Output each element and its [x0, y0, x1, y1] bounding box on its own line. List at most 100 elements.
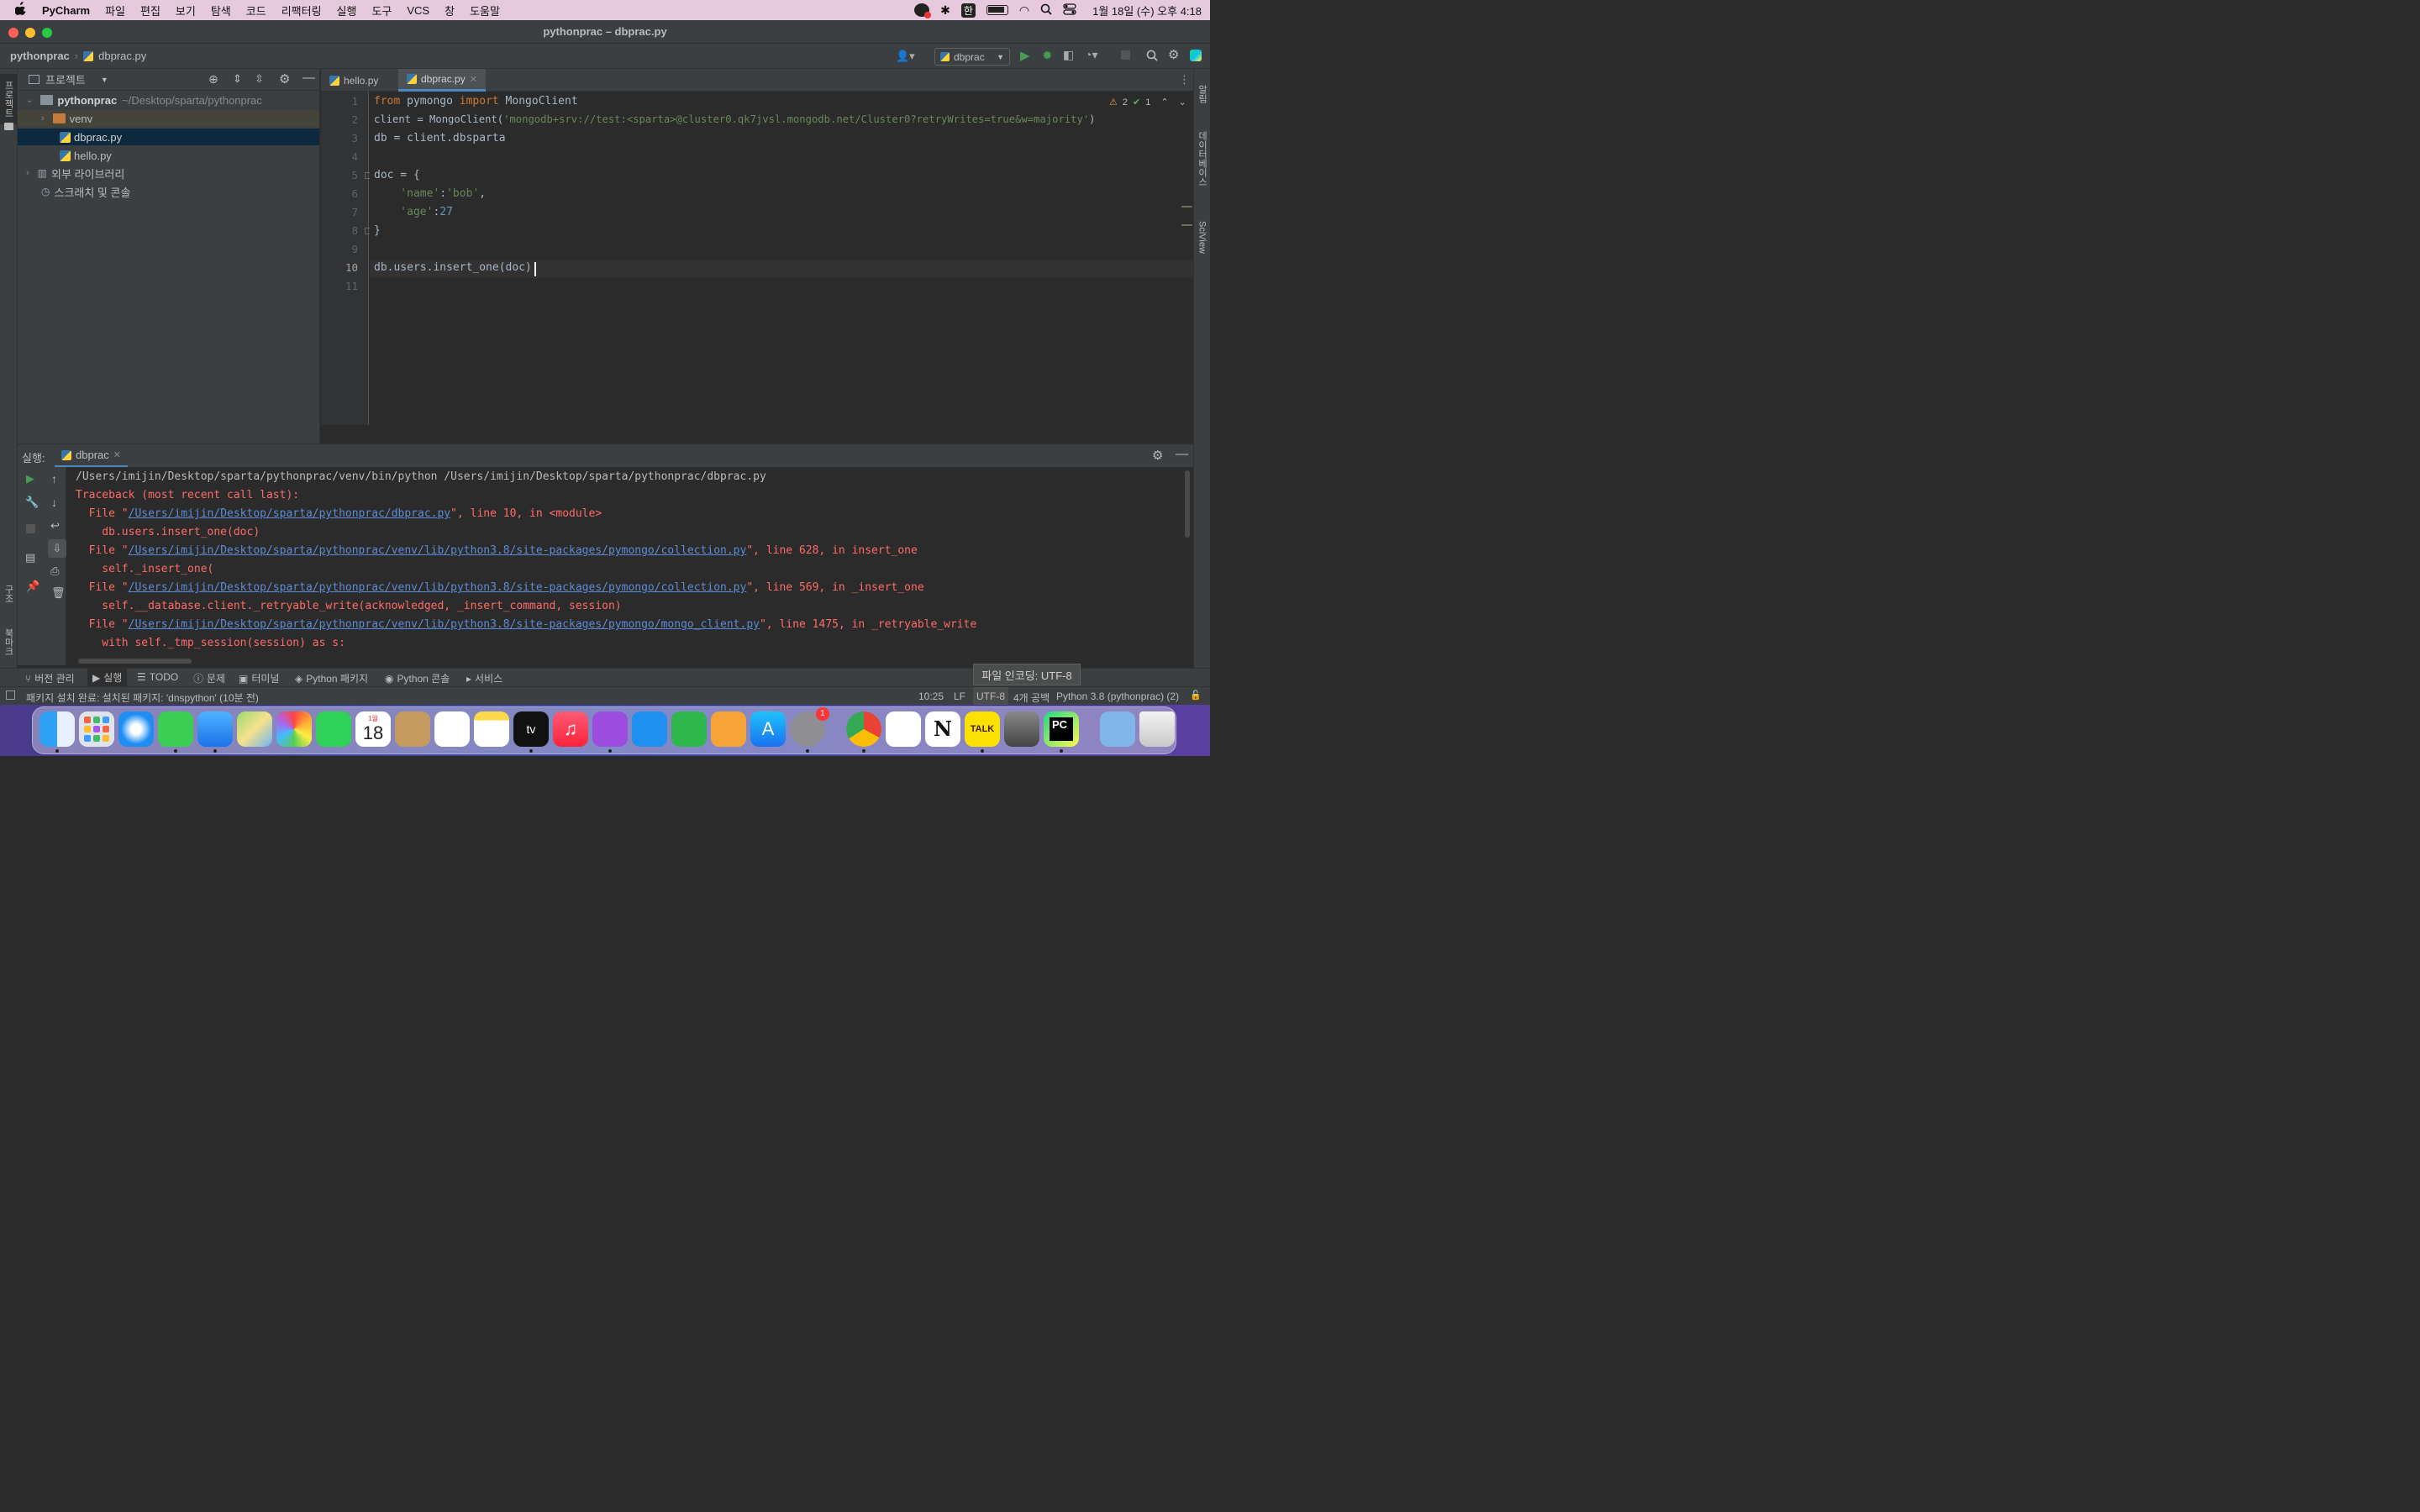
spotlight-search-icon[interactable] — [1040, 3, 1052, 18]
app-menu[interactable]: PyCharm — [34, 4, 97, 17]
menu-edit[interactable]: 편집 — [133, 3, 168, 18]
podcasts-icon[interactable] — [592, 711, 628, 747]
trash-icon[interactable] — [1139, 711, 1175, 747]
sciview-tool-button[interactable]: SciView — [1194, 203, 1210, 270]
notes-icon[interactable] — [474, 711, 509, 747]
system-settings-icon[interactable]: 1 — [790, 707, 829, 747]
caret-position[interactable]: 10:25 — [918, 690, 944, 702]
breadcrumb-project[interactable]: pythonprac — [10, 50, 70, 62]
run-configuration-select[interactable]: dbprac ▼ — [934, 48, 1010, 66]
safari-icon[interactable] — [118, 711, 154, 747]
stop-icon[interactable] — [1121, 50, 1130, 60]
bluetooth-icon[interactable]: ✱ — [940, 3, 950, 18]
next-highlight-icon[interactable]: ⌄ — [1179, 97, 1186, 108]
run-console[interactable]: /Users/imijin/Desktop/sparta/pythonprac/… — [66, 467, 1181, 665]
account-icon[interactable]: 👤▾ — [896, 50, 915, 63]
tab-dbprac-py[interactable]: dbprac.py ✕ — [398, 69, 486, 92]
menu-file[interactable]: 파일 — [97, 3, 133, 18]
print-icon[interactable]: ⎙ — [50, 564, 59, 578]
tree-root-pythonprac[interactable]: ⌄ pythonprac ~/Desktop/sparta/pythonprac — [18, 92, 319, 108]
file-link[interactable]: /Users/imijin/Desktop/sparta/pythonprac/… — [129, 544, 747, 557]
stop-icon[interactable] — [26, 524, 35, 533]
rocket-app-icon[interactable] — [1004, 711, 1039, 747]
vertical-scrollbar[interactable] — [1181, 467, 1193, 665]
file-link[interactable]: /Users/imijin/Desktop/sparta/pythonprac/… — [129, 507, 451, 520]
menu-view[interactable]: 보기 — [168, 3, 203, 18]
hide-panel-icon[interactable]: — — [302, 71, 315, 85]
modify-run-config-icon[interactable]: 🔧 — [25, 496, 39, 509]
debug-icon[interactable]: ✹ — [1042, 48, 1053, 63]
pin-tab-icon[interactable]: 📌 — [26, 580, 39, 593]
chrome-icon[interactable] — [846, 711, 881, 747]
layout-icon[interactable]: ▤ — [25, 551, 35, 564]
code-editor[interactable]: from pymongo import MongoClient client =… — [370, 92, 1193, 425]
notification-status-icon[interactable] — [914, 3, 932, 18]
project-tool-window-button[interactable]: 프로젝트 — [0, 74, 17, 124]
project-panel-title[interactable]: 프로젝트 — [45, 71, 86, 87]
menu-tools[interactable]: 도구 — [364, 3, 399, 18]
numbers-icon[interactable] — [671, 711, 707, 747]
menu-vcs[interactable]: VCS — [399, 4, 437, 17]
menu-run[interactable]: 실행 — [329, 3, 365, 18]
notion-icon[interactable]: N — [925, 711, 960, 747]
tree-item-hello[interactable]: hello.py — [18, 147, 319, 164]
maps-icon[interactable] — [237, 711, 272, 747]
contacts-icon[interactable] — [395, 711, 430, 747]
tool-tab-services[interactable]: ▸ 서비스 — [466, 671, 502, 685]
tree-item-venv[interactable]: › venv — [18, 110, 319, 127]
status-message[interactable]: 패키지 설치 완료: 설치된 패키지: 'dnspython' (10분 전) — [26, 690, 259, 705]
downloads-folder-icon[interactable] — [1100, 711, 1135, 747]
up-arrow-icon[interactable]: ↑ — [51, 472, 57, 486]
search-everywhere-icon[interactable] — [1146, 50, 1158, 64]
tool-tab-terminal[interactable]: ▣ 터미널 — [239, 671, 279, 685]
battery-icon[interactable] — [986, 5, 1008, 15]
reminders-icon[interactable] — [434, 711, 470, 747]
mail-icon[interactable] — [197, 711, 233, 747]
apple-menu-icon[interactable] — [0, 2, 34, 18]
python-interpreter[interactable]: Python 3.8 (pythonprac) (2) — [1056, 690, 1179, 702]
run-tab-dbprac[interactable]: dbprac ✕ — [55, 444, 128, 468]
jetbrains-logo-icon[interactable] — [1190, 50, 1202, 61]
structure-tool-window-button[interactable]: 구조 — [0, 573, 17, 615]
tree-item-scratches[interactable]: ◷ 스크래치 및 콘솔 — [18, 183, 319, 200]
tool-tab-run[interactable]: ▶ 실행 — [87, 669, 128, 686]
run-settings-gear-icon[interactable]: ⚙ — [1152, 448, 1163, 463]
tool-tab-python-packages[interactable]: ◈ Python 패키지 — [295, 671, 368, 685]
previous-highlight-icon[interactable]: ⌃ — [1160, 97, 1168, 108]
photos-icon[interactable] — [276, 711, 312, 747]
input-source-indicator[interactable]: 한 — [960, 3, 976, 18]
breadcrumb-file[interactable]: dbprac.py — [98, 50, 146, 62]
settings-gear-icon[interactable]: ⚙ — [1168, 47, 1179, 62]
chevron-down-icon[interactable]: ▼ — [101, 76, 108, 84]
horizontal-scrollbar[interactable] — [78, 659, 192, 664]
finder-icon[interactable] — [39, 711, 75, 747]
facetime-icon[interactable] — [316, 711, 351, 747]
menu-refactor[interactable]: 리팩터링 — [274, 3, 329, 18]
tool-tab-version-control[interactable]: ⑂ 버전 관리 — [25, 671, 75, 685]
tree-item-dbprac[interactable]: dbprac.py — [18, 129, 319, 145]
inspection-widget[interactable]: ⚠ 2 ✔ 1 ⌃ ⌄ — [1109, 97, 1186, 108]
scroll-to-end-icon[interactable]: ⇩ — [48, 539, 66, 558]
file-link[interactable]: /Users/imijin/Desktop/sparta/pythonprac/… — [129, 581, 747, 594]
database-tool-button[interactable]: 데이터베이스 — [1194, 121, 1210, 197]
notifications-tool-button[interactable]: 알림 — [1194, 76, 1210, 113]
line-separator[interactable]: LF — [954, 690, 965, 702]
tool-tab-problems[interactable]: ⓘ 문제 — [193, 671, 225, 685]
music-icon[interactable]: ♫ — [553, 711, 588, 747]
calendar-icon[interactable]: 1월 18 — [355, 711, 391, 747]
close-tab-icon[interactable]: ✕ — [470, 74, 477, 85]
tab-actions-menu-icon[interactable]: ⋮ — [1179, 73, 1190, 87]
expand-all-icon[interactable]: ⇕ — [233, 72, 242, 86]
collapse-all-icon[interactable]: ⇳ — [255, 72, 264, 86]
soft-wrap-icon[interactable]: ↩ — [50, 519, 60, 533]
menu-window[interactable]: 창 — [437, 3, 462, 18]
panel-settings-gear-icon[interactable]: ⚙ — [279, 71, 290, 87]
down-arrow-icon[interactable]: ↓ — [51, 496, 57, 509]
pages-icon[interactable] — [711, 711, 746, 747]
menu-code[interactable]: 코드 — [239, 3, 274, 18]
tab-hello-py[interactable]: hello.py — [321, 69, 387, 92]
app-store-icon[interactable]: A — [750, 711, 786, 747]
profile-icon[interactable]: ◔▾ — [1085, 48, 1097, 62]
tool-tab-todo[interactable]: ☰ TODO — [137, 671, 178, 683]
apple-tv-icon[interactable]: tv — [513, 711, 549, 747]
